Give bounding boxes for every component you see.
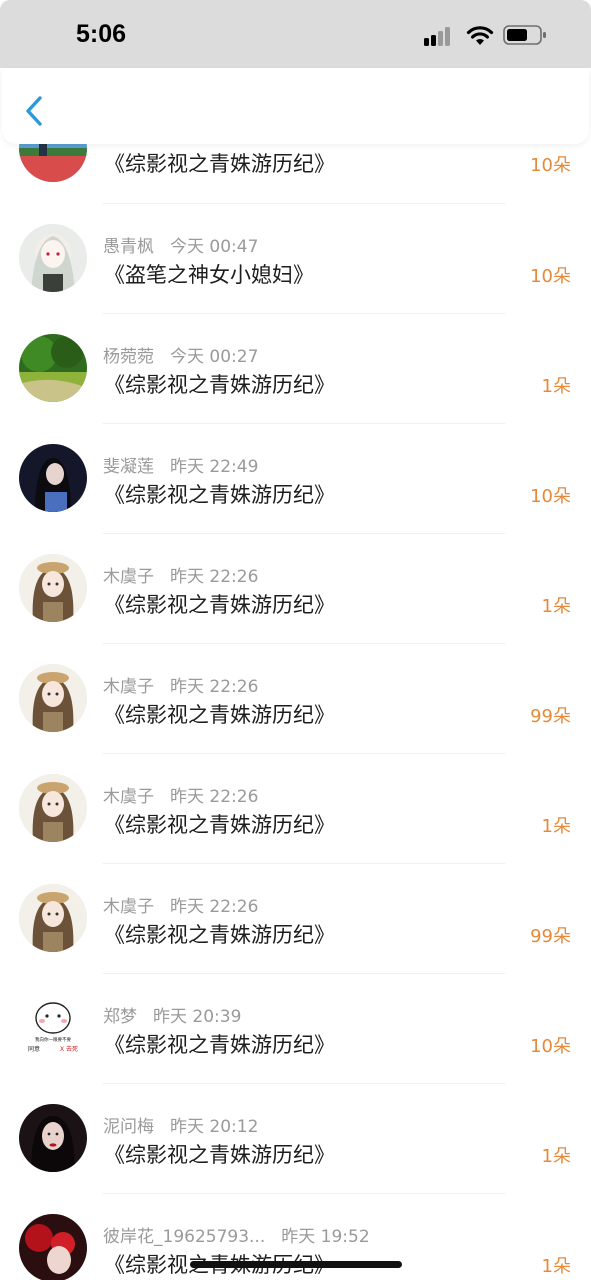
record-meta: 彼岸花_19625793... 昨天 19:52 <box>103 1222 370 1247</box>
record-meta: 郑梦 昨天 20:39 <box>103 1002 241 1027</box>
user-name: 木虞子 <box>103 787 154 807</box>
user-name: 郑梦 <box>103 1007 137 1027</box>
record-meta: 泥问梅 昨天 20:12 <box>103 1112 258 1137</box>
flower-count: 1朵 <box>541 376 571 397</box>
meme-top-text: 我向你一眼要不要 <box>35 1036 71 1043</box>
cartoon-meme-avatar: 我向你一眼要不要 同意 X 去死 <box>19 994 87 1062</box>
user-name: 泥问梅 <box>103 1117 154 1137</box>
record-time: 昨天 22:26 <box>170 677 259 697</box>
flower-count: 1朵 <box>541 596 571 617</box>
record-meta: 杨菀菀 今天 00:27 <box>103 342 258 367</box>
flower-count: 10朵 <box>530 486 571 507</box>
meme-left-text: 同意 <box>28 1045 40 1053</box>
list-item[interactable]: 愚青枫 今天 00:47 《盗笔之神女小媳妇》 10朵 <box>0 224 591 342</box>
anime-girl-avatar <box>19 224 87 292</box>
flower-count: 1朵 <box>541 1146 571 1167</box>
record-time: 昨天 22:26 <box>170 897 259 917</box>
flower-count: 10朵 <box>530 155 571 176</box>
divider <box>103 1083 505 1084</box>
user-name: 木虞子 <box>103 897 154 917</box>
forest-avatar <box>19 334 87 402</box>
book-title: 《综影视之青姝游历纪》 <box>104 373 335 397</box>
list-item[interactable]: 杨菀菀 今天 00:27 《综影视之青姝游历纪》 1朵 <box>0 334 591 452</box>
flower-count: 99朵 <box>530 706 571 727</box>
book-title: 《综影视之青姝游历纪》 <box>104 813 335 837</box>
cellular-signal-icon <box>424 26 456 46</box>
divider <box>103 533 505 534</box>
record-time: 昨天 22:26 <box>170 567 259 587</box>
divider <box>103 1193 505 1194</box>
beret-girl-avatar <box>19 884 87 952</box>
navigation-bar <box>2 68 589 144</box>
gift-record-list: 《综影视之青姝游历纪》 10朵 愚青枫 今天 00:47 《盗笔之神女小媳妇》 1… <box>0 0 591 1280</box>
record-time: 昨天 20:39 <box>153 1007 242 1027</box>
flower-count: 1朵 <box>541 816 571 837</box>
record-time: 昨天 22:26 <box>170 787 259 807</box>
record-time: 今天 00:47 <box>170 237 259 257</box>
battery-icon <box>503 25 546 45</box>
record-meta: 愚青枫 今天 00:47 <box>103 232 258 257</box>
wifi-icon <box>466 26 494 45</box>
record-meta: 木虞子 昨天 22:26 <box>103 892 258 917</box>
book-title: 《综影视之青姝游历纪》 <box>104 152 335 176</box>
list-item[interactable]: 彼岸花_19625793...昨天 19:52 《综影视之青姝游历纪》 1朵 <box>0 1214 591 1280</box>
list-item[interactable]: 泥问梅 昨天 20:12 《综影视之青姝游历纪》 1朵 <box>0 1104 591 1222</box>
list-item[interactable]: 我向你一眼要不要 同意 X 去死 郑梦 昨天 20:39 《综影视之青姝游历纪》 … <box>0 994 591 1112</box>
beret-girl-avatar <box>19 554 87 622</box>
user-name: 斐凝莲 <box>103 457 154 477</box>
user-name: 愚青枫 <box>103 237 154 257</box>
book-title: 《综影视之青姝游历纪》 <box>104 483 335 507</box>
divider <box>103 643 505 644</box>
list-item[interactable]: 木虞子 昨天 22:26 《综影视之青姝游历纪》 99朵 <box>0 884 591 1002</box>
user-name: 杨菀菀 <box>103 347 154 367</box>
flower-count: 1朵 <box>541 1256 571 1277</box>
user-name: 彼岸花_19625793... <box>103 1227 266 1247</box>
record-time: 今天 00:27 <box>170 347 259 367</box>
flower-count: 10朵 <box>530 266 571 287</box>
list-item[interactable]: 木虞子 昨天 22:26 《综影视之青姝游历纪》 99朵 <box>0 664 591 782</box>
record-time: 昨天 20:12 <box>170 1117 259 1137</box>
list-item[interactable]: 木虞子 昨天 22:26 《综影视之青姝游历纪》 1朵 <box>0 774 591 892</box>
book-title: 《盗笔之神女小媳妇》 <box>104 263 314 287</box>
divider <box>103 753 505 754</box>
divider <box>103 863 505 864</box>
book-title: 《综影视之青姝游历纪》 <box>104 1033 335 1057</box>
record-meta: 木虞子 昨天 22:26 <box>103 562 258 587</box>
flower-count: 10朵 <box>530 1036 571 1057</box>
book-title: 《综影视之青姝游历纪》 <box>104 923 335 947</box>
record-time: 昨天 19:52 <box>281 1227 370 1247</box>
divider <box>103 313 505 314</box>
meme-right-text: X 去死 <box>60 1045 78 1053</box>
record-meta: 木虞子 昨天 22:26 <box>103 672 258 697</box>
book-title: 《综影视之青姝游历纪》 <box>104 1143 335 1167</box>
red-lip-girl-avatar <box>19 1104 87 1172</box>
divider <box>103 203 505 204</box>
user-name: 木虞子 <box>103 567 154 587</box>
dark-girl-avatar <box>19 444 87 512</box>
book-title: 《综影视之青姝游历纪》 <box>104 703 335 727</box>
status-bar: 5:06 <box>0 0 591 68</box>
status-time: 5:06 <box>76 20 127 48</box>
record-meta: 斐凝莲 昨天 22:49 <box>103 452 258 477</box>
user-name: 木虞子 <box>103 677 154 697</box>
divider <box>103 973 505 974</box>
divider <box>103 423 505 424</box>
record-meta: 木虞子 昨天 22:26 <box>103 782 258 807</box>
red-flower-avatar <box>19 1214 87 1280</box>
list-item[interactable]: 木虞子 昨天 22:26 《综影视之青姝游历纪》 1朵 <box>0 554 591 672</box>
flower-count: 99朵 <box>530 926 571 947</box>
book-title: 《综影视之青姝游历纪》 <box>104 593 335 617</box>
beret-girl-avatar <box>19 774 87 842</box>
beret-girl-avatar <box>19 664 87 732</box>
record-time: 昨天 22:49 <box>170 457 259 477</box>
list-item[interactable]: 斐凝莲 昨天 22:49 《综影视之青姝游历纪》 10朵 <box>0 444 591 562</box>
home-indicator <box>190 1261 402 1268</box>
back-arrow-icon[interactable] <box>20 94 48 128</box>
